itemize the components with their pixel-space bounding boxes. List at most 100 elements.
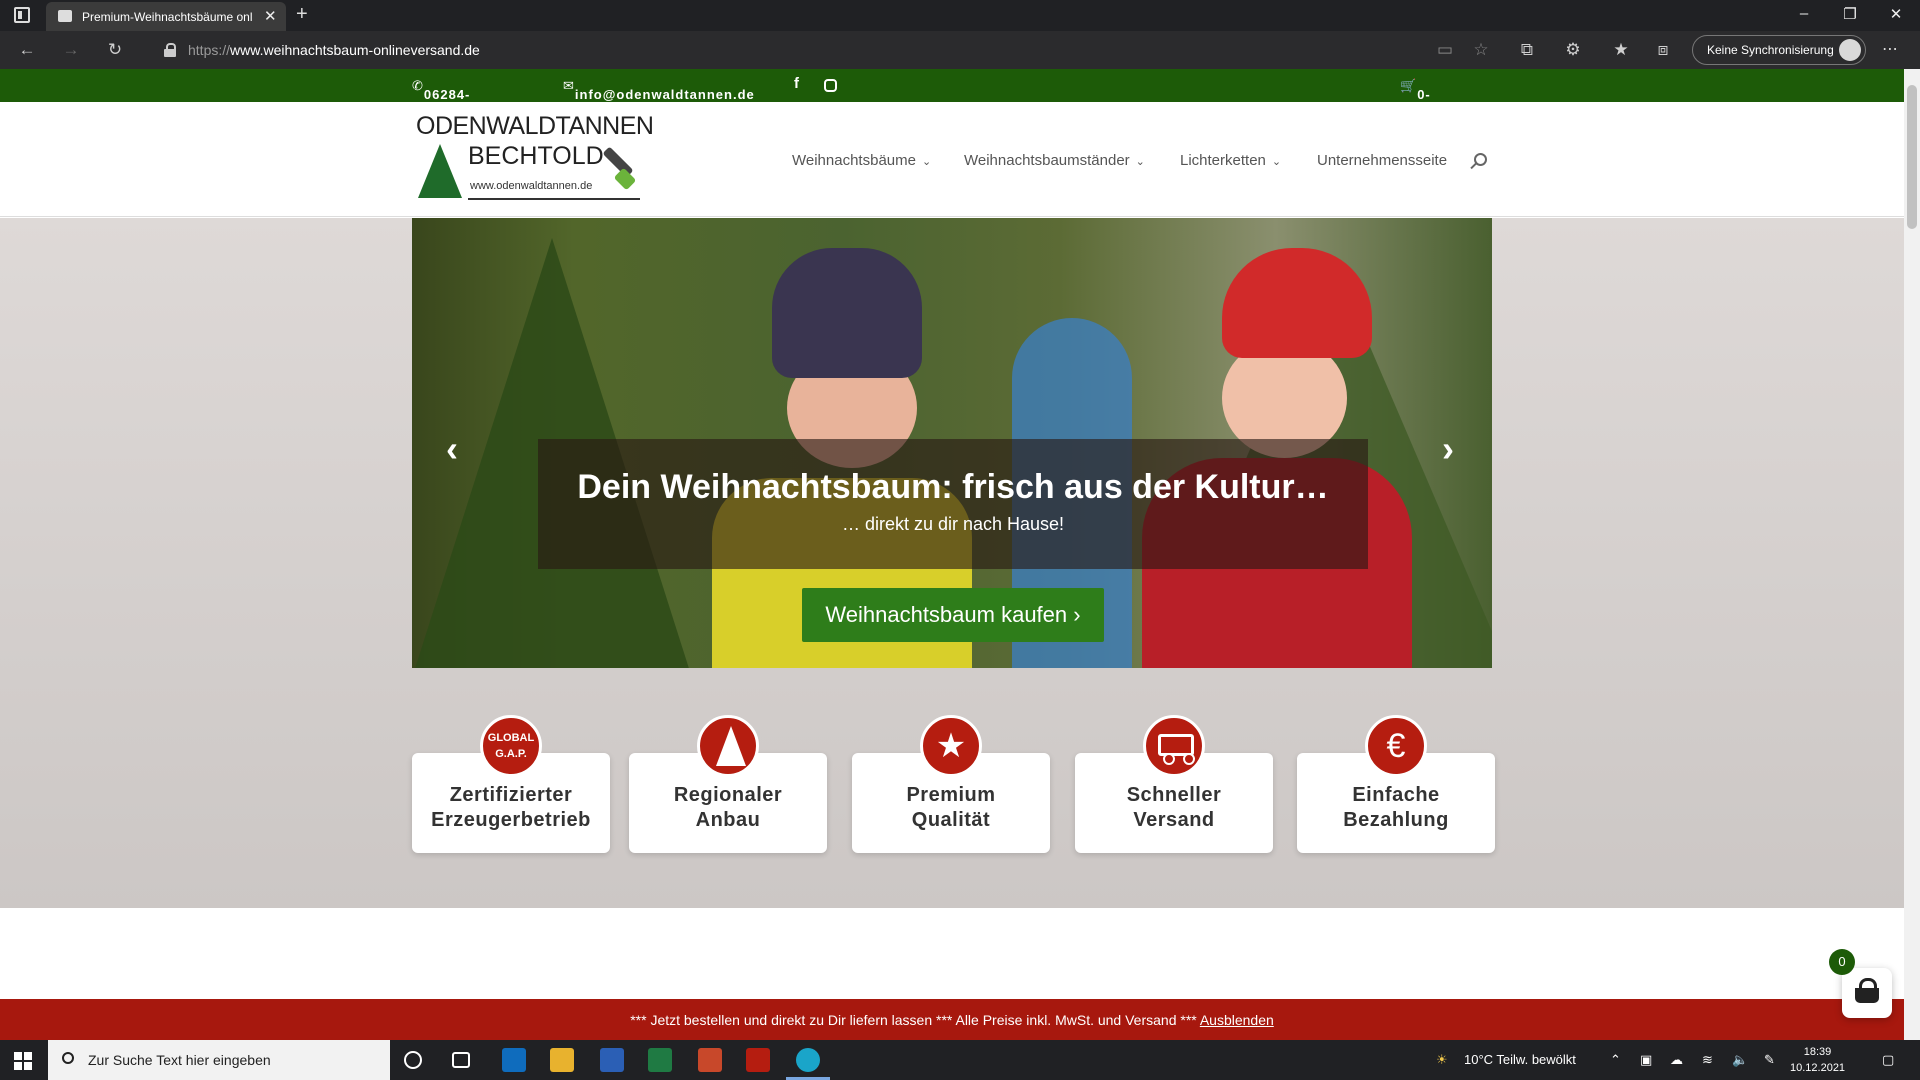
reader-view-icon[interactable]: ▭ xyxy=(1434,40,1456,60)
task-view-icon[interactable] xyxy=(452,1052,470,1068)
tab-actions-icon[interactable] xyxy=(14,7,30,23)
url-text[interactable]: https://www.weihnachtsbaum-onlineversand… xyxy=(188,42,480,58)
feature-title-line: Zertifizierter xyxy=(449,784,573,806)
restore-icon[interactable]: ❐ xyxy=(1830,5,1870,23)
feature-title-line: Regionaler xyxy=(673,784,783,806)
excel-icon[interactable] xyxy=(648,1048,672,1072)
windows-taskbar: Zur Suche Text hier eingeben ☀ 10°C Teil… xyxy=(0,1040,1920,1080)
edge-icon[interactable] xyxy=(796,1048,820,1072)
taskbar-clock[interactable]: 18:39 10.12.2021 xyxy=(1790,1044,1845,1076)
feature-premium: ★ Premium Qualität xyxy=(852,715,1050,853)
outlook-icon[interactable] xyxy=(502,1048,526,1072)
logo-line-2: BECHTOLD xyxy=(468,142,604,170)
menu-item-unternehmensseite[interactable]: Unternehmensseite xyxy=(1317,152,1447,169)
more-menu-icon[interactable]: ⋯ xyxy=(1882,39,1898,59)
windows-start-icon[interactable] xyxy=(14,1052,32,1070)
chevron-down-icon: ⌄ xyxy=(921,156,932,168)
star-icon: ★ xyxy=(920,715,982,777)
logo-underline xyxy=(468,198,640,200)
scrollbar-thumb[interactable] xyxy=(1907,85,1917,229)
logo-line-3: www.odenwaldtannen.de xyxy=(470,180,593,192)
taskbar-search-placeholder: Zur Suche Text hier eingeben xyxy=(88,1052,271,1068)
euro-icon: € xyxy=(1365,715,1427,777)
site-logo[interactable]: ODENWALDTANNEN BECHTOLD www.odenwaldtann… xyxy=(416,112,654,207)
feature-shipping: Schneller Versand xyxy=(1075,715,1273,853)
chevron-down-icon: ⌄ xyxy=(1135,156,1145,168)
hero-boy-hat xyxy=(772,248,922,378)
logo-chainsaw-handle xyxy=(613,167,637,191)
site-header: ODENWALDTANNEN BECHTOLD www.odenwaldtann… xyxy=(0,102,1904,217)
back-icon[interactable]: ← xyxy=(16,40,38,60)
slider-next-icon[interactable]: › xyxy=(1442,428,1454,470)
acrobat-icon[interactable] xyxy=(746,1048,770,1072)
feature-title-line: Einfache xyxy=(1352,784,1440,806)
pen-icon[interactable]: ✎ xyxy=(1764,1052,1775,1068)
instagram-icon[interactable] xyxy=(824,79,837,92)
show-hidden-icons-icon[interactable]: ⌃ xyxy=(1610,1052,1621,1068)
hero-slider: Dein Weihnachtsbaum: frisch aus der Kult… xyxy=(412,218,1492,668)
tab-title: Premium-Weihnachtsbäume onl xyxy=(82,10,253,24)
basket-icon xyxy=(1855,978,1879,1003)
collections-icon[interactable]: ⧉ xyxy=(1516,40,1538,60)
floating-cart-button[interactable] xyxy=(1842,968,1892,1018)
lock-icon[interactable] xyxy=(164,43,176,57)
onedrive-icon[interactable]: ☁ xyxy=(1670,1052,1683,1068)
browser-tab-bar: Premium-Weihnachtsbäume onl ✕ + – ❐ ✕ xyxy=(0,0,1920,31)
meet-now-icon[interactable]: ▣ xyxy=(1640,1052,1652,1068)
dismiss-notice-link[interactable]: Ausblenden xyxy=(1200,1012,1274,1028)
hero-subtitle: … direkt zu dir nach Hause! xyxy=(841,514,1065,534)
menu-item-weihnachtsbaumstaender[interactable]: Weihnachtsbaumständer ⌄ xyxy=(964,152,1145,169)
close-tab-icon[interactable]: ✕ xyxy=(264,7,277,25)
file-explorer-icon[interactable] xyxy=(550,1048,574,1072)
chevron-down-icon: ⌄ xyxy=(1271,156,1282,168)
feature-title-line: Erzeugerbetrieb xyxy=(431,809,591,831)
feature-title-line: Anbau xyxy=(695,809,761,831)
feature-payment: € Einfache Bezahlung xyxy=(1297,715,1495,853)
weather-text[interactable]: 10°C Teilw. bewölkt xyxy=(1464,1052,1576,1067)
profile-avatar xyxy=(1839,39,1861,61)
facebook-icon[interactable]: f xyxy=(794,75,800,92)
content-area-below xyxy=(0,908,1904,999)
buy-tree-button[interactable]: Weihnachtsbaum kaufen › xyxy=(802,588,1104,642)
email-link[interactable]: ✉ info@odenwaldtannen.de xyxy=(563,78,754,102)
favorites-icon[interactable]: ★ xyxy=(1610,40,1632,60)
feature-title-line: Qualität xyxy=(911,809,991,831)
feature-regional: Regionaler Anbau xyxy=(629,715,827,853)
powerpoint-icon[interactable] xyxy=(698,1048,722,1072)
extensions-icon[interactable]: ⚙ xyxy=(1562,40,1584,60)
main-content: Dein Weihnachtsbaum: frisch aus der Kult… xyxy=(0,218,1904,908)
word-icon[interactable] xyxy=(600,1048,624,1072)
menu-item-lichterketten[interactable]: Lichterketten ⌄ xyxy=(1180,152,1281,169)
menu-item-weihnachtsbaeume[interactable]: Weihnachtsbäume ⌄ xyxy=(792,152,931,169)
new-tab-icon[interactable]: + xyxy=(296,3,308,26)
profile-sync-button[interactable]: Keine Synchronisierung xyxy=(1692,35,1866,65)
logo-line-1: ODENWALDTANNEN xyxy=(416,112,654,140)
forward-icon[interactable]: → xyxy=(60,40,82,60)
browser-toolbar: ← → ↻ https://www.weihnachtsbaum-onlinev… xyxy=(0,31,1920,69)
reload-icon[interactable]: ↻ xyxy=(104,40,126,60)
truck-icon xyxy=(1143,715,1205,777)
minimize-icon[interactable]: – xyxy=(1784,5,1824,22)
feature-title-line: Bezahlung xyxy=(1343,809,1449,831)
add-favorite-icon[interactable]: ☆ xyxy=(1470,40,1492,60)
page-scrollbar[interactable] xyxy=(1904,69,1920,1040)
cart-link[interactable]: 🛒 0-Artikel xyxy=(1400,78,1464,117)
phone-link[interactable]: ✆ 06284-92995-29 xyxy=(412,78,469,132)
feature-title-line: Premium xyxy=(906,784,996,806)
close-window-icon[interactable]: ✕ xyxy=(1876,5,1916,23)
cortana-icon[interactable] xyxy=(404,1051,422,1069)
taskbar-search-box[interactable]: Zur Suche Text hier eingeben xyxy=(48,1040,390,1080)
globalgap-badge-icon: GLOBAL G.A.P. xyxy=(480,715,542,777)
slider-prev-icon[interactable]: ‹ xyxy=(446,428,458,470)
search-icon xyxy=(62,1052,74,1064)
feature-title-line: Versand xyxy=(1133,809,1215,831)
browser-tab-active[interactable]: Premium-Weihnachtsbäume onl ✕ xyxy=(46,2,286,31)
browser-essentials-icon[interactable]: ⧈ xyxy=(1652,40,1674,60)
search-icon[interactable] xyxy=(1474,153,1487,166)
weather-icon: ☀ xyxy=(1436,1052,1448,1067)
volume-icon[interactable]: 🔈 xyxy=(1732,1052,1748,1068)
store-notice-bar: *** Jetzt bestellen und direkt zu Dir li… xyxy=(0,999,1904,1040)
feature-title-line: Schneller xyxy=(1126,784,1222,806)
wifi-icon[interactable]: ≋ xyxy=(1702,1052,1713,1068)
notifications-icon[interactable]: ▢ xyxy=(1882,1052,1894,1068)
